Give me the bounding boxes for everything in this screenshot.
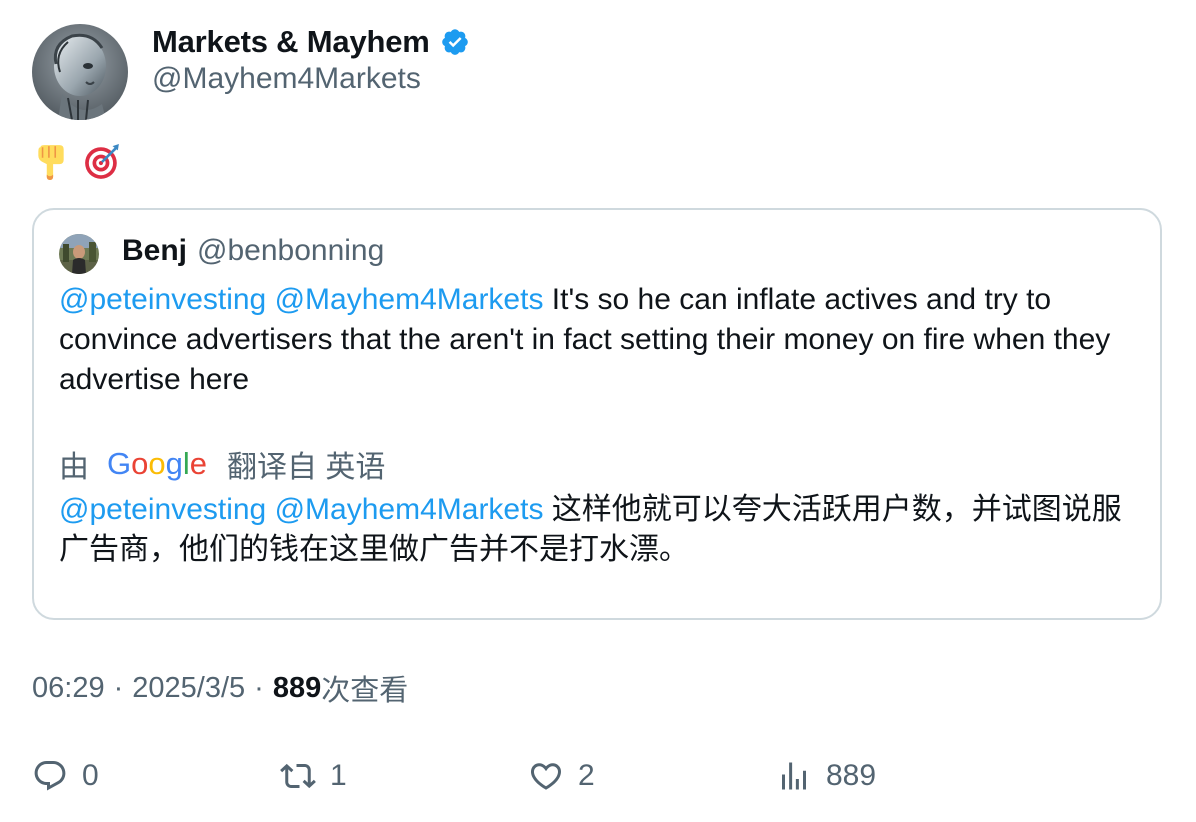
views-label: 次查看	[321, 675, 409, 707]
tweet-text	[32, 138, 125, 182]
backhand-index-pointing-down-icon	[38, 145, 64, 180]
quote-avatar-image	[59, 234, 99, 274]
analytics-bar-chart-icon	[782, 762, 806, 790]
translated-from-label: 翻译自 英语	[227, 451, 386, 484]
translated-body: @peteinvesting @Mayhem4Markets 这样他就可以夸大活…	[59, 490, 1139, 570]
translated-mention-peteinvesting[interactable]: @peteinvesting	[59, 493, 266, 526]
quote-author-handle[interactable]: @benbonning	[197, 234, 384, 268]
meta-separator: ·	[113, 671, 124, 704]
quote-author-name[interactable]: Benj	[122, 234, 187, 268]
tweet-date[interactable]: 2025/3/5	[132, 672, 245, 705]
repost-button[interactable]: 1	[280, 756, 347, 796]
svg-text:Google: Google	[107, 446, 207, 481]
translation-attribution: 由 Google 翻译自 英语	[59, 442, 385, 486]
meta-separator: ·	[254, 671, 264, 704]
quoted-tweet-card[interactable]: Benj @benbonning @peteinvesting @Mayhem4…	[32, 208, 1162, 620]
tweet-time[interactable]: 06:29	[32, 672, 105, 705]
quote-header[interactable]: Benj @benbonning	[122, 230, 384, 272]
author-name[interactable]: Markets & Mayhem	[152, 24, 430, 60]
robot-avatar-image	[32, 24, 128, 120]
author-handle[interactable]: @Mayhem4Markets	[152, 62, 421, 96]
tweet-meta: 06:29 · 2025/3/5 · 889 次查看	[32, 668, 408, 708]
views-action-count: 889	[826, 759, 877, 792]
verified-badge-icon[interactable]	[440, 27, 470, 57]
like-count: 2	[578, 759, 595, 792]
views-count: 889	[272, 671, 322, 704]
reply-icon	[34, 761, 66, 791]
heart-icon	[530, 763, 562, 790]
quote-body: @peteinvesting @Mayhem4Markets It's so h…	[59, 280, 1139, 400]
author-name-row[interactable]: Markets & Mayhem	[152, 22, 470, 62]
google-logo-icon: Google	[107, 446, 207, 481]
reply-button[interactable]: 0	[32, 756, 99, 796]
views-button[interactable]: 889	[776, 756, 876, 796]
mention-peteinvesting[interactable]: @peteinvesting	[59, 283, 266, 316]
mention-mayhem4markets[interactable]: @Mayhem4Markets	[275, 283, 544, 316]
repost-count: 1	[330, 759, 347, 792]
like-button[interactable]: 2	[528, 756, 595, 796]
translated-mention-mayhem4markets[interactable]: @Mayhem4Markets	[275, 493, 544, 526]
repost-icon	[280, 763, 316, 789]
author-avatar[interactable]	[32, 24, 128, 120]
reply-count: 0	[82, 759, 99, 792]
direct-hit-target-icon	[85, 144, 120, 179]
translated-by-label: 由	[59, 451, 89, 484]
quote-author-avatar[interactable]	[59, 234, 99, 274]
